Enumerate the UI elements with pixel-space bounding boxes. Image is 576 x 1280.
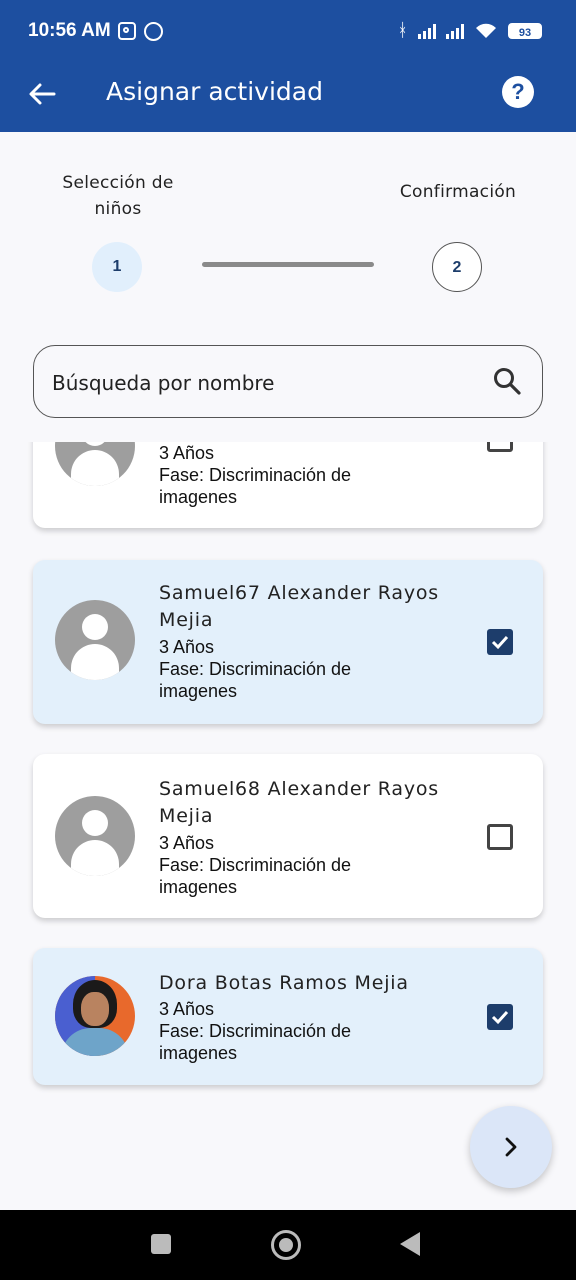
search-icon[interactable] <box>492 366 522 396</box>
status-time: 10:56 AM <box>28 20 111 41</box>
status-icons: ᚼ 93 <box>397 20 542 41</box>
back-arrow-icon[interactable] <box>26 78 58 110</box>
page-title: Asignar actividad <box>106 77 323 106</box>
stepper: Selección de niños Confirmación 1 2 <box>0 150 576 320</box>
child-phase-line2: imagenes <box>159 487 238 507</box>
check-icon <box>491 635 509 650</box>
search-box <box>33 345 543 418</box>
child-name-line2: Mejia <box>159 609 214 631</box>
step-1-circle[interactable]: 1 <box>92 242 142 292</box>
help-icon[interactable]: ? <box>502 76 534 108</box>
step-1-label-line2: niños <box>94 199 142 219</box>
app-bar: Asignar actividad ? <box>0 62 576 132</box>
instagram-icon <box>118 22 136 40</box>
home-icon[interactable] <box>271 1230 301 1260</box>
child-phase-line1: Fase: Discriminación de <box>159 465 352 485</box>
signal-icon-2 <box>446 23 464 39</box>
battery-icon: 93 <box>508 22 542 39</box>
child-age: 3 Años <box>159 999 215 1019</box>
check-icon <box>491 1010 509 1025</box>
child-phase-line1: Fase: Discriminación de <box>159 1021 352 1041</box>
search-input[interactable] <box>50 364 474 402</box>
step-2-label: Confirmación <box>399 182 517 202</box>
signal-icon-1 <box>418 23 436 39</box>
step-connector <box>202 262 374 267</box>
child-name: Samuel67 Alexander Rayos Mejia <box>159 580 459 634</box>
children-list[interactable]: 3 Años Fase: Discriminación de imagenes … <box>0 442 576 1102</box>
child-card[interactable]: Samuel68 Alexander Rayos Mejia 3 Años Fa… <box>33 754 543 918</box>
child-card[interactable]: Dora Botas Ramos Mejia 3 Años Fase: Disc… <box>33 948 543 1085</box>
child-checkbox[interactable] <box>487 824 513 850</box>
child-age: 3 Años <box>159 637 215 657</box>
child-phase-line2: imagenes <box>159 1043 238 1063</box>
next-button[interactable] <box>470 1106 552 1188</box>
child-age: 3 Años <box>159 833 215 853</box>
recents-icon[interactable] <box>151 1234 171 1254</box>
bluetooth-icon: ᚼ <box>397 20 408 40</box>
child-name-line2: Mejia <box>159 805 214 827</box>
child-photo-avatar <box>55 976 135 1056</box>
child-card[interactable]: 3 Años Fase: Discriminación de imagenes <box>33 442 543 528</box>
child-phase: Fase: Discriminación de imagenes <box>159 1020 399 1064</box>
system-nav-bar <box>0 1210 576 1280</box>
child-name: Dora Botas Ramos Mejia <box>159 970 459 997</box>
default-avatar-icon <box>55 796 135 876</box>
child-card[interactable]: Samuel67 Alexander Rayos Mejia 3 Años Fa… <box>33 560 543 724</box>
child-checkbox[interactable] <box>487 442 513 452</box>
child-name: Samuel68 Alexander Rayos Mejia <box>159 776 459 830</box>
default-avatar-icon <box>55 600 135 680</box>
default-avatar-icon <box>55 442 135 486</box>
child-age: 3 Años <box>159 443 215 463</box>
child-checkbox[interactable] <box>487 629 513 655</box>
child-name-line1: Dora Botas Ramos Mejia <box>159 972 409 994</box>
child-checkbox[interactable] <box>487 1004 513 1030</box>
step-1-label: Selección de niños <box>48 170 188 222</box>
child-name-line1: Samuel68 Alexander Rayos <box>159 778 439 800</box>
back-triangle-icon[interactable] <box>400 1232 420 1256</box>
child-phase-line1: Fase: Discriminación de <box>159 659 352 679</box>
child-name-line1: Samuel67 Alexander Rayos <box>159 582 439 604</box>
child-phase-line2: imagenes <box>159 681 238 701</box>
step-1-label-line1: Selección de <box>62 173 174 193</box>
wifi-icon <box>476 23 496 38</box>
child-phase: Fase: Discriminación de imagenes <box>159 854 399 898</box>
whatsapp-icon <box>144 22 163 41</box>
status-bar: 10:56 AM ᚼ 93 <box>0 0 576 62</box>
child-phase: Fase: Discriminación de imagenes <box>159 658 399 702</box>
step-2-circle[interactable]: 2 <box>432 242 482 292</box>
chevron-right-icon <box>505 1137 517 1157</box>
child-phase: Fase: Discriminación de imagenes <box>159 464 399 508</box>
child-phase-line1: Fase: Discriminación de <box>159 855 352 875</box>
child-phase-line2: imagenes <box>159 877 238 897</box>
